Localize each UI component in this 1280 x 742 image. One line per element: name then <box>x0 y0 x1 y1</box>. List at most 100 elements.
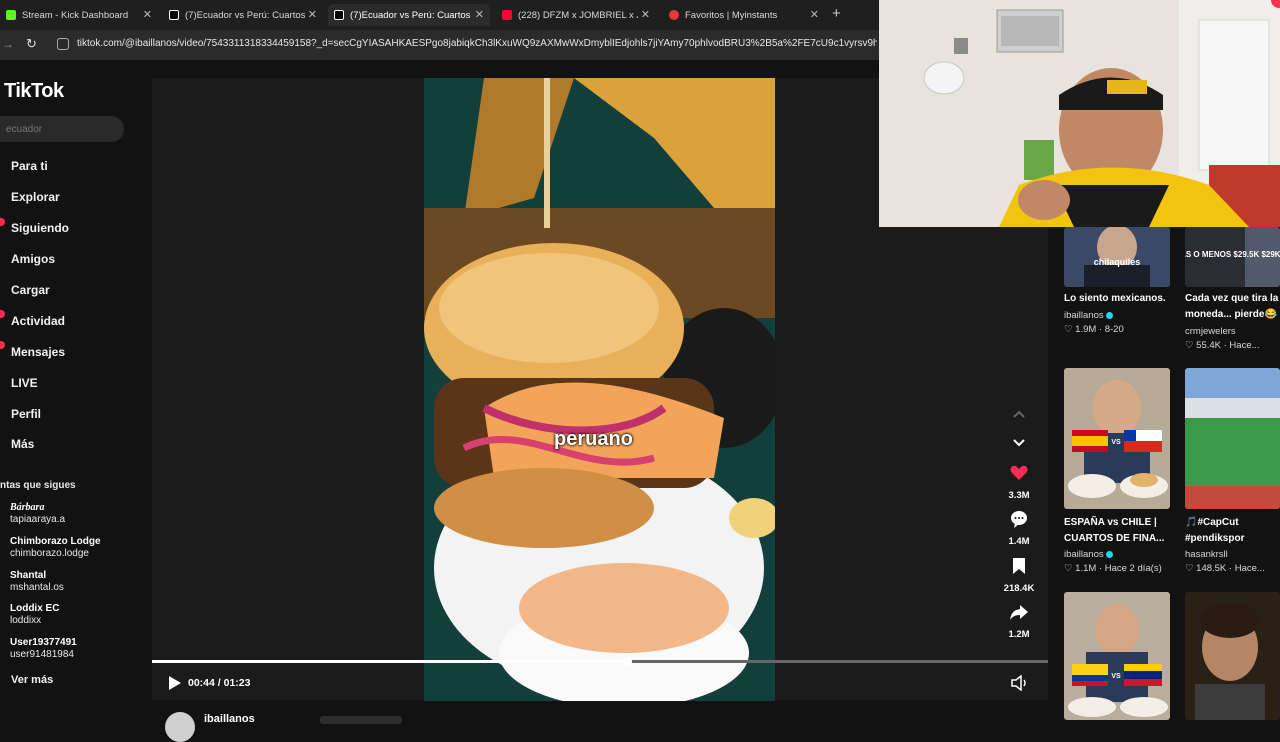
follow-button[interactable] <box>320 716 402 724</box>
nav-mas[interactable]: Más <box>11 437 34 451</box>
close-icon[interactable]: ✕ <box>810 8 819 21</box>
following-accounts-title: ntas que sigues <box>0 480 76 491</box>
close-icon[interactable]: ✕ <box>475 8 484 21</box>
nav-cargar[interactable]: Cargar <box>11 283 50 297</box>
account-username: loddixx <box>10 615 42 626</box>
avatar[interactable] <box>165 712 195 742</box>
youtube-icon <box>502 10 512 20</box>
webcam-overlay <box>879 0 1280 227</box>
video-frame[interactable] <box>424 78 775 701</box>
tab-label: (228) DFZM x JOMBRIEL x JOW <box>518 9 638 21</box>
recommendation-thumbnail[interactable] <box>1185 368 1280 509</box>
chevron-up-icon[interactable] <box>1009 405 1029 425</box>
browser-tab-youtube[interactable]: (228) DFZM x JOMBRIEL x JOW ✕ <box>496 4 656 26</box>
kick-icon <box>6 10 16 20</box>
comment-icon[interactable] <box>1009 509 1029 529</box>
recommendation-thumbnail[interactable]: chilaquiles <box>1064 227 1170 287</box>
bookmark-icon[interactable] <box>1009 556 1029 576</box>
see-more-link[interactable]: Ver más <box>11 674 53 686</box>
share-icon[interactable] <box>1009 602 1029 622</box>
thumbnail-overlay-text: chilaquiles <box>1094 257 1141 267</box>
verified-icon <box>1105 550 1113 558</box>
account-username: chimborazo.lodge <box>10 548 89 559</box>
nav-amigos[interactable]: Amigos <box>11 252 55 266</box>
account-username: user91481984 <box>10 649 74 660</box>
progress-fill <box>152 660 627 663</box>
thumbnail-overlay-text: VS <box>1111 673 1121 680</box>
tab-label: Stream - Kick Dashboard <box>22 9 129 21</box>
thumbnail-overlay-text: MÁS O MENOS $29.5K $29K <box>1185 250 1280 259</box>
close-icon[interactable]: ✕ <box>308 8 317 21</box>
site-info-icon[interactable] <box>57 38 69 50</box>
recommendation-stats: ♡ 1.9M · 8-20 <box>1064 324 1124 335</box>
verified-icon <box>1105 311 1113 319</box>
recommendation-stats: ♡ 1.1M · Hace 2 día(s) <box>1064 563 1162 574</box>
likes-count: 3.3M <box>1008 490 1030 501</box>
recommendation-thumbnail[interactable]: MÁS O MENOS $29.5K $29K <box>1185 227 1280 287</box>
tab-label: (7)Ecuador vs Perú: Cuartos de <box>350 9 470 21</box>
browser-tab-myinstants[interactable]: Favoritos | Myinstants ✕ <box>663 4 825 26</box>
heart-icon[interactable] <box>1009 463 1029 483</box>
recommendation-stats: ♡ 55.4K · Hace... <box>1185 340 1260 351</box>
new-tab-button[interactable]: + <box>832 5 841 22</box>
time-display: 00:44 / 01:23 <box>188 677 251 689</box>
close-icon[interactable]: ✕ <box>641 8 650 21</box>
author-name[interactable]: ibaillanos <box>204 713 255 725</box>
account-username: tapiaaraya.a <box>10 514 66 525</box>
url-text[interactable]: tiktok.com/@ibaillanos/video/75433113183… <box>77 38 877 49</box>
forward-icon[interactable]: → <box>2 37 14 51</box>
recommendation-thumbnail[interactable]: VS <box>1064 592 1170 720</box>
nav-actividad[interactable]: Actividad <box>11 314 65 328</box>
browser-tab-tiktok-1[interactable]: (7)Ecuador vs Perú: Cuartos de ✕ <box>163 4 323 26</box>
tiktok-logo[interactable]: TikTok <box>4 80 64 103</box>
recommendation-title[interactable]: 🎵#CapCut #pendikspor <box>1185 515 1280 547</box>
account-item[interactable]: User19377491 user91481984 <box>10 637 77 661</box>
progress-knob[interactable] <box>622 657 632 666</box>
recommendation-author[interactable]: crmjewelers <box>1185 326 1236 337</box>
thumbnail-overlay-text: VS <box>1111 439 1121 446</box>
recommendation-thumbnail[interactable]: VS <box>1064 368 1170 509</box>
search-input[interactable] <box>0 116 124 142</box>
tab-label: Favoritos | Myinstants <box>685 9 778 21</box>
account-name: User19377491 <box>10 637 77 648</box>
comments-count: 1.4M <box>1008 536 1030 547</box>
tiktok-icon <box>169 10 179 20</box>
browser-tab-kick[interactable]: Stream - Kick Dashboard ✕ <box>0 4 158 26</box>
account-name: Bárbara <box>10 502 45 513</box>
saves-count: 218.4K <box>1003 583 1035 594</box>
video-caption: peruano <box>554 428 633 450</box>
recommendation-title[interactable]: Cada vez que tira la moneda... pierde😂 <box>1185 291 1280 323</box>
tiktok-icon <box>334 10 344 20</box>
nav-para-ti[interactable]: Para ti <box>11 159 48 173</box>
nav-explorar[interactable]: Explorar <box>11 190 60 204</box>
tab-label: (7)Ecuador vs Perú: Cuartos de <box>185 9 305 21</box>
recommendation-author[interactable]: hasankrsll <box>1185 549 1228 560</box>
reload-icon[interactable]: ↻ <box>26 36 37 52</box>
browser-tab-tiktok-active[interactable]: (7)Ecuador vs Perú: Cuartos de ✕ <box>328 4 490 26</box>
nav-perfil[interactable]: Perfil <box>11 407 41 421</box>
nav-mensajes[interactable]: Mensajes <box>11 345 65 359</box>
account-item[interactable]: Chimborazo Lodge chimborazo.lodge <box>10 536 101 560</box>
close-icon[interactable]: ✕ <box>143 8 152 21</box>
nav-siguiendo[interactable]: Siguiendo <box>11 221 69 235</box>
play-icon[interactable] <box>168 675 182 691</box>
volume-icon[interactable] <box>1011 675 1029 691</box>
recommendation-thumbnail[interactable] <box>1185 592 1280 720</box>
author-name: ibaillanos <box>1064 310 1104 321</box>
recommendation-title[interactable]: ESPAÑA vs CHILE | CUARTOS DE FINA... <box>1064 515 1172 547</box>
account-name: Loddix EC <box>10 603 60 614</box>
chevron-down-icon[interactable] <box>1009 432 1029 452</box>
recommendation-author[interactable]: ibaillanos <box>1064 310 1113 321</box>
recommendation-title[interactable]: Lo siento mexicanos. <box>1064 291 1172 307</box>
myinstants-icon <box>669 10 679 20</box>
nav-live[interactable]: LIVE <box>11 376 38 390</box>
account-item[interactable]: Bárbara tapiaaraya.a <box>10 502 65 526</box>
recommendation-author[interactable]: ibaillanos <box>1064 549 1113 560</box>
author-name: ibaillanos <box>1064 549 1104 560</box>
account-item[interactable]: Loddix EC loddixx <box>10 603 59 627</box>
shares-count: 1.2M <box>1008 629 1030 640</box>
recommendation-stats: ♡ 148.5K · Hace... <box>1185 563 1265 574</box>
account-item[interactable]: Shantal mshantal.os <box>10 570 64 594</box>
account-name: Chimborazo Lodge <box>10 536 101 547</box>
account-username: mshantal.os <box>10 582 64 593</box>
